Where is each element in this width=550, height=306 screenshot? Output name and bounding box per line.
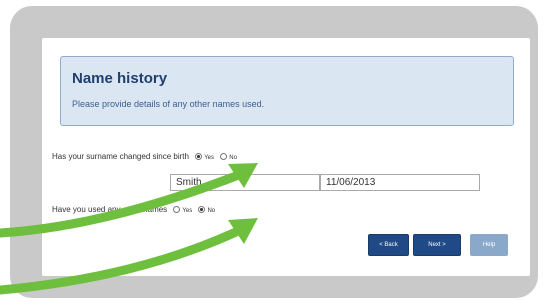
arrow-1-shaft (0, 171, 241, 238)
annotation-arrows (0, 163, 258, 295)
arrow-2-shaft (0, 227, 241, 295)
